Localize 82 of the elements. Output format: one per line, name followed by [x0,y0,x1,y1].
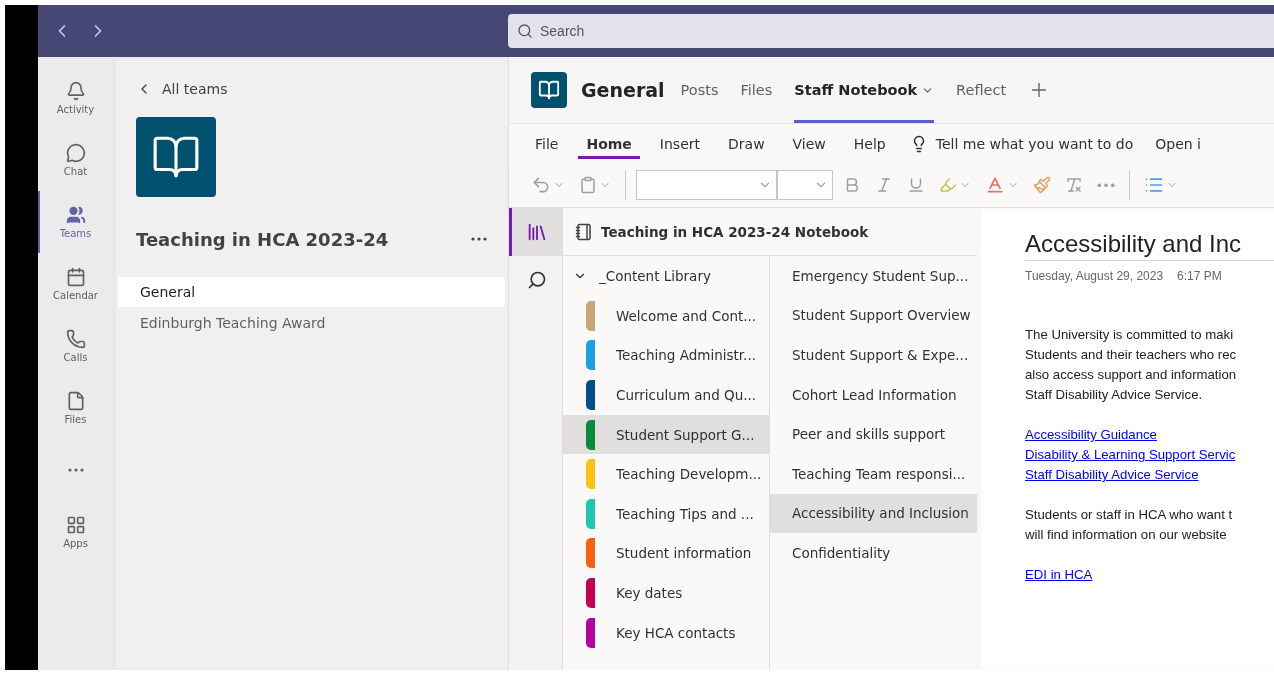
all-teams-link[interactable]: All teams [118,77,505,101]
underline-icon [907,176,925,194]
page-item[interactable]: Emergency Student Sup... [770,256,977,296]
phone-icon [65,329,86,349]
rail-item[interactable]: Apps [38,501,111,563]
font-color-icon [985,175,1005,195]
page-item[interactable]: Accessibility and Inclusion [770,493,977,534]
section-item[interactable]: Teaching Tips and ... [563,493,769,534]
paragraph-line: Staff Disability Advice Service. [1025,386,1204,404]
bell-icon [65,81,86,101]
ribbon-tab[interactable]: View [784,128,834,159]
edi-link[interactable]: EDI in HCA [1025,565,1093,585]
search-field[interactable]: Search [508,14,1274,48]
ribbon-tab[interactable]: Help [845,128,894,159]
channel-item[interactable]: General [118,277,505,307]
section-item[interactable]: Teaching Developm... [563,454,769,494]
clipboard-icon [579,176,597,194]
rail-item[interactable]: Files [38,377,111,439]
size-dropdown[interactable] [777,170,833,200]
calendar-icon [65,267,86,287]
section-item[interactable]: Key HCA contacts [563,612,769,653]
paragraph-line: Students or staff in HCA who want t [1025,506,1234,524]
ribbon-tab[interactable]: Home [578,128,640,159]
more-icon [1097,182,1115,188]
channel-item[interactable]: Edinburgh Teaching Award [118,308,505,338]
rail-item[interactable]: Teams [38,191,111,253]
notebooks-button[interactable] [509,208,562,256]
ribbon-tab[interactable]: Draw [720,128,773,159]
page-item[interactable]: Cohort Lead Information [770,374,977,415]
page-item[interactable]: Student Support Overview [770,295,977,336]
channel-tab[interactable]: Reflect [956,57,1007,123]
section-group[interactable]: _Content Library [563,256,769,296]
search-icon [517,23,533,39]
resource-link[interactable]: Disability & Learning Support Servic [1025,445,1236,465]
page-item[interactable]: Student Support & Expe... [770,335,977,375]
rail-item[interactable]: Activity [38,67,111,129]
paragraph-line: The University is committed to maki [1025,326,1235,344]
paintbrush-icon [1033,176,1051,194]
clear-format-icon [1065,176,1083,194]
page-date: Tuesday, August 29, 2023 [1025,269,1164,283]
tell-me-field[interactable]: Tell me what you want to do [935,135,1134,152]
section-item[interactable]: Student information [563,533,769,574]
ribbon-tab[interactable]: Insert [651,128,708,159]
apps-icon [65,515,86,535]
open-in-button[interactable]: Open i [1155,135,1201,152]
book-icon [538,79,560,101]
page-title: Accessibility and Inc [1025,230,1274,261]
team-name: Teaching in HCA 2023-24 [136,228,389,250]
section-item[interactable]: Curriculum and Qu... [563,375,769,415]
font-dropdown[interactable] [636,170,777,200]
paragraph-line: will find information on our website [1025,526,1228,544]
notebook-title[interactable]: Teaching in HCA 2023-24 Notebook [601,223,869,240]
notebook-icon [575,222,593,241]
channel-title: General [581,79,665,101]
section-item[interactable]: Key dates [563,573,769,613]
search-icon [527,270,547,290]
section-item[interactable]: Student Support G... [563,414,769,455]
rail-item[interactable]: Calls [38,315,111,377]
paragraph-line: Students and their teachers who rec [1025,346,1238,364]
section-item[interactable]: Welcome and Cont... [563,296,769,336]
paragraph-line: also access support and information [1025,366,1238,384]
highlighter-icon [939,176,957,194]
undo-icon [531,175,551,195]
section-item[interactable]: Teaching Administr... [563,335,769,376]
resource-link[interactable]: Accessibility Guidance [1025,425,1157,445]
italic-icon [875,176,893,194]
page-time: 6:17 PM [1177,269,1222,283]
resource-link[interactable]: Staff Disability Advice Service [1025,465,1199,485]
more-icon[interactable] [471,237,487,241]
page-item[interactable]: Confidentiality [770,533,977,573]
more-icon [67,468,84,472]
channel-tab[interactable]: Files [740,57,773,123]
bullet-list-icon [1144,175,1164,195]
rail-item[interactable]: Calendar [38,253,111,315]
people-icon [65,205,86,225]
rail-item[interactable]: Chat [38,129,111,191]
chat-icon [65,143,86,163]
ribbon-tab[interactable]: File [527,128,567,159]
channel-tab[interactable]: Posts [680,57,719,123]
page-item[interactable]: Teaching Team responsi... [770,453,977,494]
page-item[interactable]: Peer and skills support [770,414,977,454]
library-icon [526,221,548,243]
